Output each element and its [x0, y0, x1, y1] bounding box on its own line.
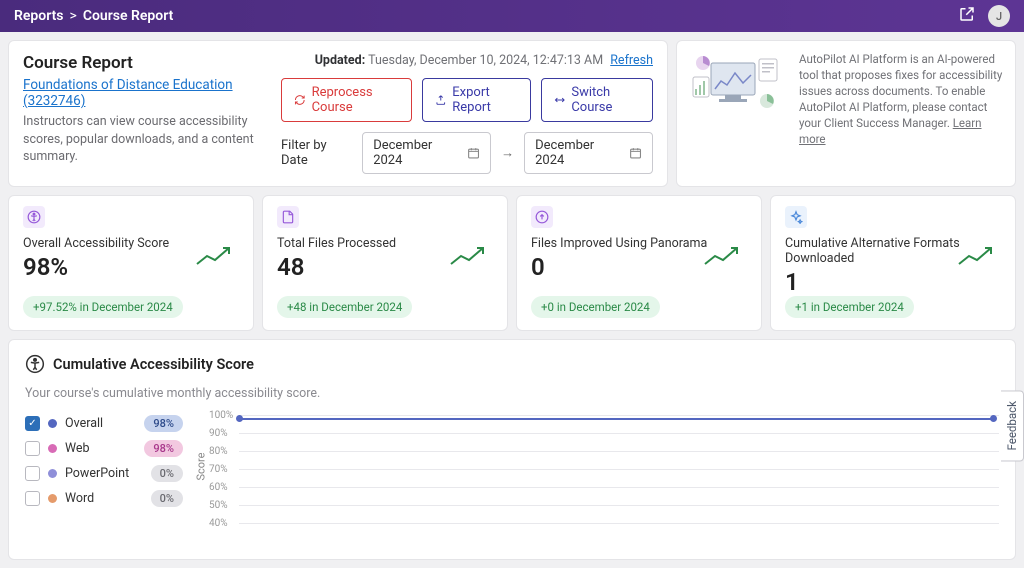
switch-course-button[interactable]: Switch Course — [541, 78, 653, 122]
open-external-icon[interactable] — [958, 5, 976, 27]
legend-percent: 0% — [151, 490, 183, 507]
legend-label: PowerPoint — [65, 466, 129, 481]
series-color-dot — [48, 444, 57, 453]
page-description: Instructors can view course accessibilit… — [23, 113, 263, 166]
checkbox-icon[interactable] — [25, 441, 40, 456]
stat-cards: Overall Accessibility Score 98% +97.52% … — [8, 195, 1016, 331]
top-bar: Reports > Course Report J — [0, 0, 1024, 32]
legend-label: Word — [65, 491, 94, 506]
date-to-picker[interactable]: December 2024 — [524, 132, 653, 174]
cumulative-score-chart-card: Cumulative Accessibility Score Your cour… — [8, 339, 1016, 560]
series-color-dot — [48, 419, 57, 428]
series-color-dot — [48, 494, 57, 503]
page-title: Course Report — [23, 53, 263, 73]
avatar[interactable]: J — [988, 5, 1010, 27]
y-axis-label: Score — [195, 452, 208, 480]
gridline: 100% — [239, 415, 999, 416]
switch-icon — [554, 93, 566, 107]
checkbox-icon[interactable] — [25, 416, 40, 431]
calendar-icon — [467, 146, 480, 160]
legend-item-powerpoint[interactable]: PowerPoint 0% — [25, 465, 183, 482]
export-report-button[interactable]: Export Report — [422, 78, 531, 122]
accessibility-icon — [23, 206, 45, 228]
stat-alt-formats-downloaded: Cumulative Alternative Formats Downloade… — [770, 195, 1016, 331]
gridline: 50% — [239, 505, 999, 506]
stat-badge: +97.52% in December 2024 — [23, 296, 183, 318]
breadcrumb-separator: > — [70, 8, 77, 24]
file-icon — [277, 206, 299, 228]
trend-up-icon — [195, 244, 239, 268]
gridline: 70% — [239, 469, 999, 470]
feedback-button[interactable]: Feedback — [1001, 390, 1024, 461]
autopilot-illustration — [689, 51, 789, 121]
breadcrumb-root[interactable]: Reports — [14, 8, 64, 24]
checkbox-icon[interactable] — [25, 466, 40, 481]
reprocess-course-button[interactable]: Reprocess Course — [281, 78, 412, 122]
autopilot-info-card: AutoPilot AI Platform is an AI-powered t… — [676, 40, 1016, 187]
legend-item-word[interactable]: Word 0% — [25, 490, 183, 507]
stat-files-processed: Total Files Processed 48 +48 in December… — [262, 195, 508, 331]
breadcrumb-page: Course Report — [83, 8, 173, 24]
course-link[interactable]: Foundations of Distance Education (32327… — [23, 77, 263, 109]
stat-accessibility-score: Overall Accessibility Score 98% +97.52% … — [8, 195, 254, 331]
breadcrumb: Reports > Course Report — [14, 8, 173, 24]
stat-badge: +0 in December 2024 — [531, 296, 660, 318]
gridline: 60% — [239, 487, 999, 488]
filter-by-date-label: Filter by Date — [281, 138, 352, 168]
accessibility-icon — [25, 354, 45, 374]
trend-up-icon — [957, 244, 1001, 268]
legend-item-overall[interactable]: Overall 98% — [25, 415, 183, 432]
stat-files-improved: Files Improved Using Panorama 0 +0 in De… — [516, 195, 762, 331]
gridline: 90% — [239, 433, 999, 434]
sparkle-icon — [785, 206, 807, 228]
upload-icon — [531, 206, 553, 228]
gridline: 40% — [239, 523, 999, 524]
legend-percent: 98% — [144, 415, 183, 432]
stat-value: 1 — [785, 268, 1001, 296]
arrow-right-icon: → — [501, 145, 514, 161]
legend-percent: 0% — [151, 465, 183, 482]
series-color-dot — [48, 469, 57, 478]
refresh-icon — [294, 93, 306, 107]
legend-label: Overall — [65, 416, 103, 431]
legend-label: Web — [65, 441, 90, 456]
autopilot-description: AutoPilot AI Platform is an AI-powered t… — [799, 51, 1003, 148]
trend-up-icon — [703, 244, 747, 268]
chart-subtitle: Your course's cumulative monthly accessi… — [25, 386, 999, 401]
legend-item-web[interactable]: Web 98% — [25, 440, 183, 457]
date-from-picker[interactable]: December 2024 — [362, 132, 491, 174]
gridline: 80% — [239, 451, 999, 452]
header-card: Course Report Foundations of Distance Ed… — [8, 40, 668, 187]
export-icon — [435, 93, 447, 107]
updated-timestamp: Updated: Tuesday, December 10, 2024, 12:… — [315, 53, 653, 68]
chart-legend: Overall 98% Web 98% PowerPoint 0% Word 0% — [25, 415, 183, 545]
line-overall — [239, 418, 994, 420]
checkbox-icon[interactable] — [25, 491, 40, 506]
stat-badge: +48 in December 2024 — [277, 296, 412, 318]
refresh-link[interactable]: Refresh — [610, 53, 653, 68]
stat-badge: +1 in December 2024 — [785, 296, 914, 318]
legend-percent: 98% — [144, 440, 183, 457]
trend-up-icon — [449, 244, 493, 268]
chart-title: Cumulative Accessibility Score — [25, 354, 999, 374]
calendar-icon — [629, 146, 642, 160]
chart-plot: Score 100%90%80%70%60%50%40% — [207, 415, 999, 545]
